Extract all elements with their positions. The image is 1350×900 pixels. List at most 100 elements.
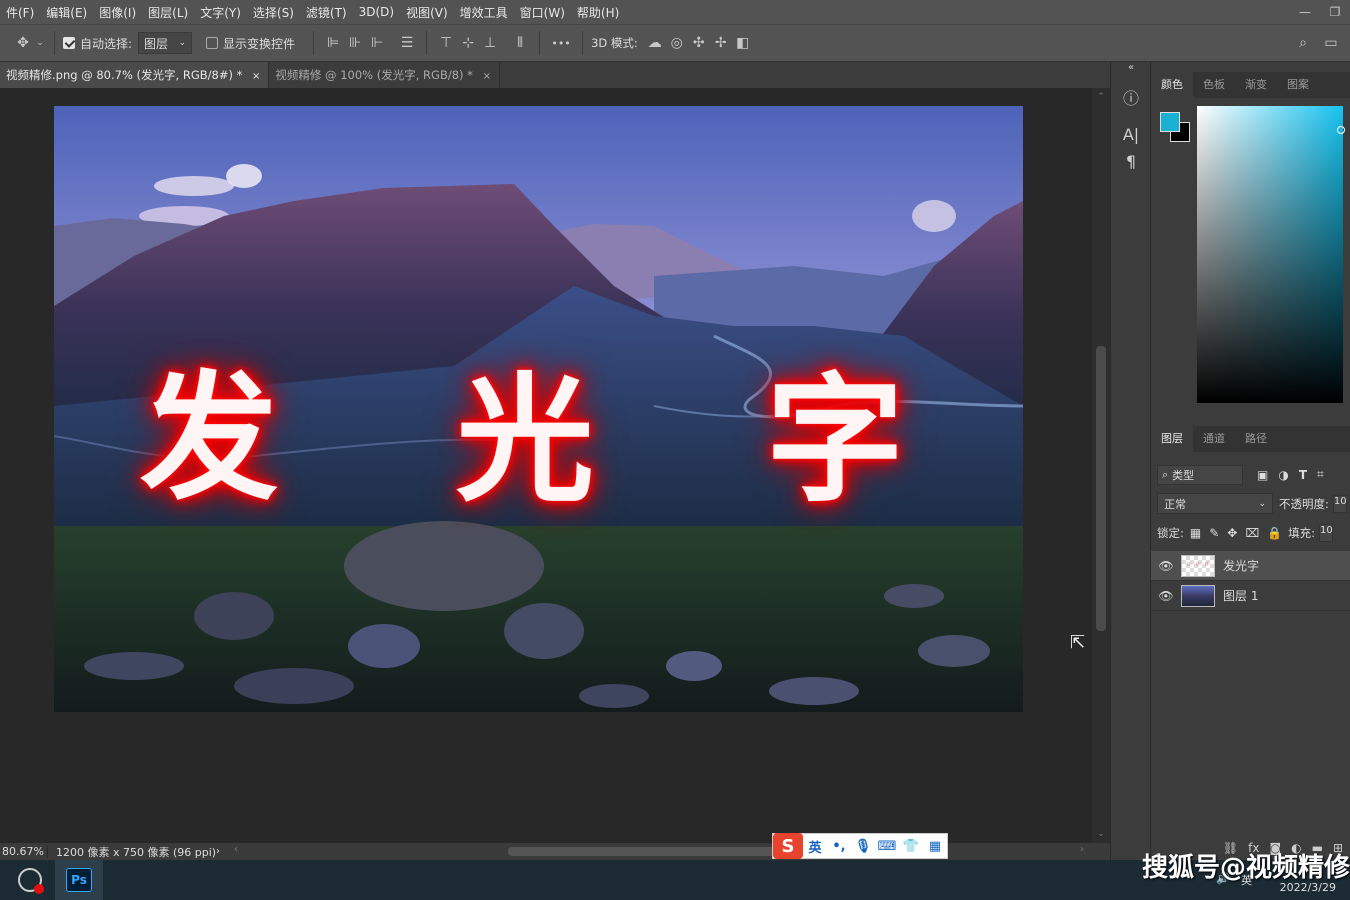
scroll-right-icon[interactable]: ›	[1080, 844, 1084, 855]
restore-icon[interactable]: ❐	[1320, 0, 1350, 24]
skin-icon[interactable]: 👕	[899, 839, 923, 854]
3d-camera-icon[interactable]: ◧	[732, 35, 754, 51]
character-icon[interactable]: A|	[1111, 125, 1151, 144]
3d-slide-icon[interactable]: ✢	[710, 35, 732, 51]
menu-filter[interactable]: 滤镜(T)	[300, 4, 353, 21]
lock-artboard-icon[interactable]: ⌧	[1245, 526, 1259, 540]
keyboard-icon[interactable]: ⌨	[875, 839, 899, 854]
ime-toolbar[interactable]: S 英 •, 🎙 ⌨ 👕 ▦	[772, 833, 948, 859]
auto-select-checkbox[interactable]	[63, 37, 75, 49]
lock-paint-icon[interactable]: ✎	[1209, 526, 1219, 540]
foreground-color-swatch[interactable]	[1160, 112, 1180, 132]
scroll-left-icon[interactable]: ‹	[234, 844, 238, 855]
menu-3d[interactable]: 3D(D)	[353, 5, 400, 19]
menu-window[interactable]: 窗口(W)	[514, 4, 571, 21]
opacity-input[interactable]: 10	[1332, 494, 1347, 513]
taskbar-app-recorder[interactable]	[6, 860, 54, 900]
menu-image[interactable]: 图像(I)	[93, 4, 142, 21]
chevron-down-icon[interactable]: ⌄	[34, 38, 46, 48]
glow-char-guang: 光	[456, 360, 595, 521]
tab-color[interactable]: 颜色	[1151, 72, 1193, 98]
layer-filter-dropdown[interactable]: ⌕ 类型	[1157, 464, 1243, 485]
thumbnail-text-mark: ◦ ◦ ◦	[1186, 559, 1210, 570]
vertical-scrollbar[interactable]: ⌃ ⌄	[1092, 88, 1110, 843]
more-options-icon[interactable]: •••	[548, 37, 574, 50]
align-left-icon[interactable]: ⊫	[322, 35, 344, 51]
layer-name[interactable]: 发光字	[1223, 557, 1259, 574]
distribute-vertical-icon[interactable]: ☰	[396, 35, 418, 51]
tab-label: 视频精修 @ 100% (发光字, RGB/8) *	[275, 68, 473, 82]
menu-layer[interactable]: 图层(L)	[142, 4, 194, 21]
tab-document-2[interactable]: 视频精修 @ 100% (发光字, RGB/8) * ×	[269, 62, 500, 88]
visibility-eye-icon[interactable]: 👁	[1151, 559, 1181, 573]
color-picker-field[interactable]	[1197, 106, 1345, 403]
distribute-horizontal-icon[interactable]: ⦀	[509, 35, 531, 51]
layer-row-glow-text[interactable]: 👁 ◦ ◦ ◦ 发光字	[1151, 551, 1350, 581]
show-transform-checkbox[interactable]	[206, 37, 219, 49]
align-vcenter-icon[interactable]: ⊹	[457, 35, 479, 51]
3d-drag-icon[interactable]: ✣	[688, 35, 710, 51]
align-hcenter-icon[interactable]: ⊪	[344, 35, 366, 51]
filter-adjustment-icon[interactable]: ◑	[1278, 468, 1288, 482]
scrollbar-thumb[interactable]	[1096, 346, 1106, 631]
ime-punctuation-toggle[interactable]: •,	[827, 839, 851, 854]
ime-language-toggle[interactable]: 英	[803, 837, 827, 856]
lock-position-icon[interactable]: ✥	[1227, 526, 1237, 540]
lock-all-icon[interactable]: 🔒	[1267, 526, 1282, 540]
color-picker-marker[interactable]	[1337, 126, 1345, 134]
zoom-level[interactable]: 80.67%	[0, 845, 48, 858]
auto-select-dropdown[interactable]: 图层 ⌄	[138, 32, 193, 54]
menu-view[interactable]: 视图(V)	[400, 4, 454, 21]
align-right-icon[interactable]: ⊩	[366, 35, 388, 51]
sogou-logo-icon[interactable]: S	[773, 833, 803, 859]
scroll-up-icon[interactable]: ⌃	[1092, 92, 1110, 102]
paragraph-icon[interactable]: ¶	[1111, 152, 1151, 171]
info-icon[interactable]: ⓘ	[1111, 85, 1151, 109]
move-tool-icon[interactable]: ✥	[12, 35, 34, 51]
filter-shape-icon[interactable]: ⌗	[1317, 467, 1324, 482]
fill-input[interactable]: 10	[1319, 523, 1333, 542]
microphone-icon[interactable]: 🎙	[851, 839, 875, 854]
menu-file[interactable]: 件(F)	[0, 4, 40, 21]
chevron-right-icon[interactable]: ›	[216, 846, 220, 857]
apps-grid-icon[interactable]: ▦	[923, 839, 947, 854]
search-icon[interactable]: ⌕	[1292, 35, 1314, 51]
layer-row-layer-1[interactable]: 👁 图层 1	[1151, 581, 1350, 611]
visibility-eye-icon[interactable]: 👁	[1151, 589, 1181, 603]
collapse-panels-icon[interactable]: «	[1111, 62, 1151, 73]
filter-pixel-icon[interactable]: ▣	[1257, 468, 1268, 482]
tab-gradients[interactable]: 渐变	[1235, 72, 1277, 98]
minimize-icon[interactable]: —	[1290, 0, 1320, 24]
menu-help[interactable]: 帮助(H)	[571, 4, 625, 21]
menu-plugins[interactable]: 增效工具	[454, 4, 514, 21]
3d-roll-icon[interactable]: ◎	[666, 35, 688, 51]
workspace-icon[interactable]: ▭	[1320, 35, 1342, 51]
close-icon[interactable]: ×	[483, 71, 491, 82]
tab-swatches[interactable]: 色板	[1193, 72, 1235, 98]
tab-layers[interactable]: 图层	[1151, 426, 1193, 452]
tab-document-1[interactable]: 视频精修.png @ 80.7% (发光字, RGB/8#) * ×	[0, 62, 270, 88]
align-top-icon[interactable]: ⊤	[435, 35, 457, 51]
layers-panel: 图层 通道 路径 ⌕ 类型 ▣ ◑ T ⌗ 正常 ⌄ 不透明度: 10 锁定: …	[1151, 426, 1350, 611]
tab-paths[interactable]: 路径	[1235, 426, 1277, 452]
3d-orbit-icon[interactable]: ☁	[644, 35, 666, 51]
glow-char-fa: 发	[140, 358, 279, 519]
menu-edit[interactable]: 编辑(E)	[40, 4, 93, 21]
document-canvas[interactable]: 发 光 字	[54, 106, 1023, 712]
lock-transparent-icon[interactable]: ▦	[1190, 526, 1201, 540]
menu-bar: 件(F) 编辑(E) 图像(I) 图层(L) 文字(Y) 选择(S) 滤镜(T)…	[0, 0, 1350, 24]
tab-channels[interactable]: 通道	[1193, 426, 1235, 452]
tab-patterns[interactable]: 图案	[1277, 72, 1319, 98]
align-bottom-icon[interactable]: ⊥	[479, 35, 501, 51]
blend-mode-dropdown[interactable]: 正常 ⌄	[1157, 493, 1273, 514]
scroll-down-icon[interactable]: ⌄	[1092, 829, 1110, 839]
scrollbar-thumb[interactable]	[508, 847, 778, 856]
layer-filter-row: ⌕ 类型 ▣ ◑ T ⌗	[1151, 460, 1350, 489]
layer-name[interactable]: 图层 1	[1223, 587, 1258, 604]
taskbar-app-photoshop[interactable]: Ps	[55, 860, 103, 900]
menu-select[interactable]: 选择(S)	[247, 4, 300, 21]
horizontal-scrollbar[interactable]: ‹ ›	[234, 844, 1084, 856]
filter-type-icon[interactable]: T	[1299, 468, 1307, 482]
menu-type[interactable]: 文字(Y)	[194, 4, 247, 21]
close-icon[interactable]: ×	[252, 71, 260, 82]
